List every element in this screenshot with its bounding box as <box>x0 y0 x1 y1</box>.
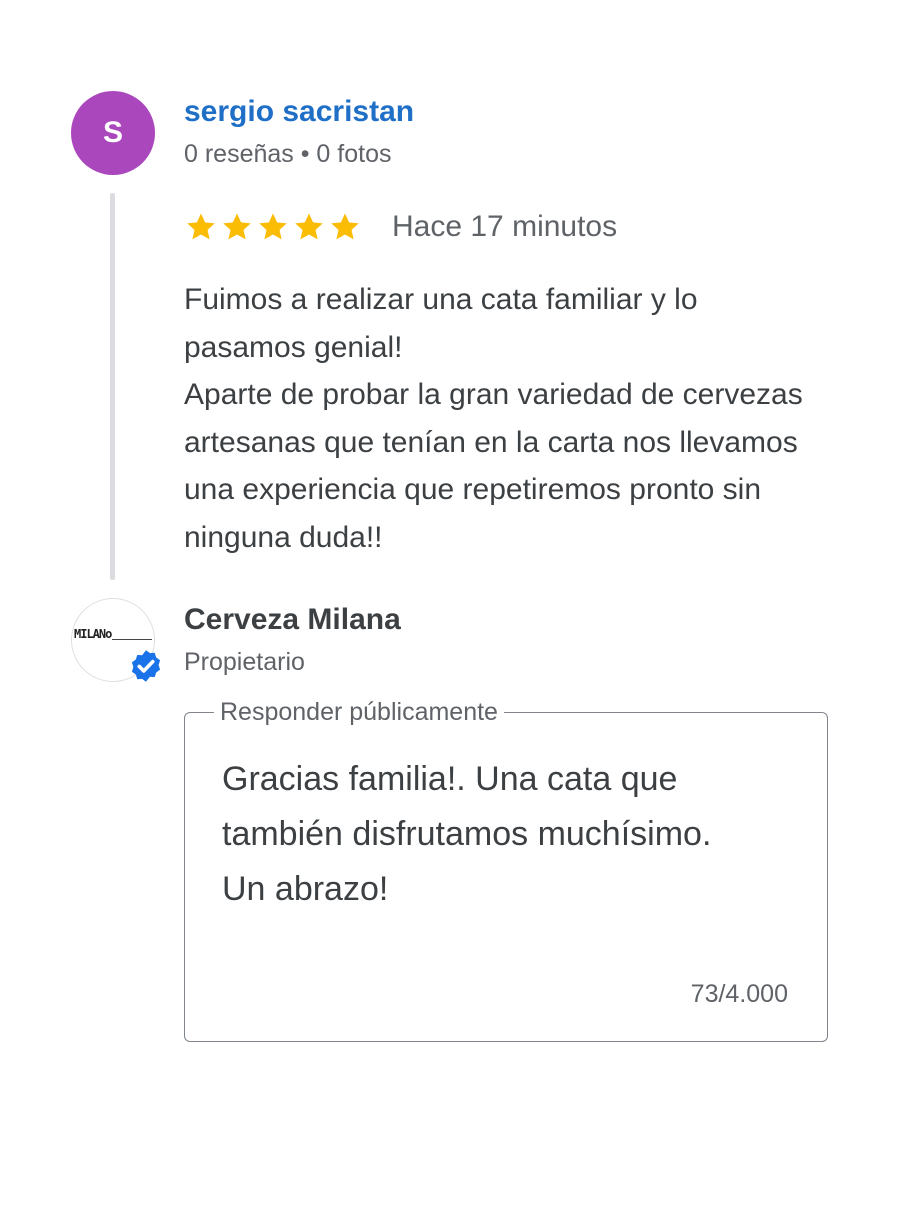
review-text: Fuimos a realizar una cata familiar y lo… <box>184 276 894 561</box>
reviewer-name-link[interactable]: sergio sacristan <box>184 95 414 129</box>
reply-label: Responder públicamente <box>214 698 504 727</box>
review-text-line: pasamos genial! <box>184 330 403 364</box>
reply-text-value[interactable]: Gracias familia!. Una cata que también d… <box>222 752 802 917</box>
owner-logo-line <box>112 639 152 640</box>
rating-row: Hace 17 minutos <box>184 205 617 249</box>
verified-icon <box>131 650 161 682</box>
review-text-line: ninguna duda!! <box>184 520 383 554</box>
owner-logo: MILANo <box>74 627 112 641</box>
reviewer-avatar[interactable]: S <box>71 91 155 175</box>
review-text-line: una experiencia que repetiremos pronto s… <box>184 473 762 506</box>
star-icon <box>331 213 359 240</box>
owner-name: Cerveza Milana <box>184 603 401 636</box>
star-icon <box>295 213 323 240</box>
review-text-line: Aparte de probar la gran variedad de cer… <box>184 378 803 411</box>
thread-line <box>110 193 115 580</box>
star-icon <box>223 213 251 240</box>
star-rating <box>184 210 362 244</box>
star-icon <box>259 213 287 240</box>
star-icon <box>187 213 215 240</box>
review-time: Hace 17 minutos <box>392 210 618 243</box>
review-text-line: artesanas que tenían en la carta nos lle… <box>184 425 798 459</box>
owner-role: Propietario <box>184 648 305 676</box>
review-text-line: Fuimos a realizar una cata familiar y lo <box>184 283 698 316</box>
reviewer-meta: 0 reseñas • 0 fotos <box>184 140 392 168</box>
char-counter: 73/4.000 <box>690 980 788 1008</box>
